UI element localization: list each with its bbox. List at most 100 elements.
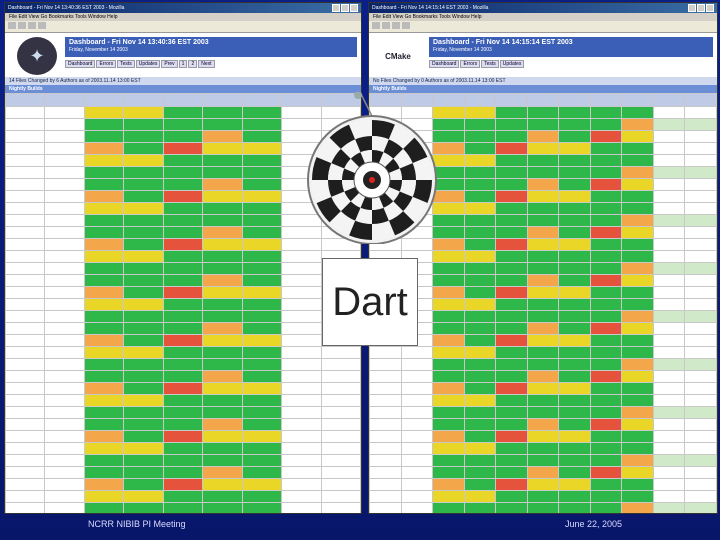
column-header[interactable] <box>621 93 654 107</box>
table-row[interactable] <box>5 298 361 311</box>
right-tab-updates[interactable]: Updates <box>499 60 525 68</box>
table-row[interactable] <box>5 250 361 263</box>
table-row[interactable] <box>5 454 361 467</box>
table-row[interactable] <box>369 262 717 275</box>
stop-icon[interactable] <box>38 22 46 29</box>
table-cell <box>432 346 465 359</box>
table-row[interactable] <box>369 250 717 263</box>
table-cell <box>123 502 164 513</box>
forward-icon[interactable] <box>18 22 26 29</box>
right-menu-bar[interactable]: File Edit View Go Bookmarks Tools Window… <box>369 13 717 21</box>
column-header[interactable] <box>83 93 125 107</box>
table-row[interactable] <box>5 346 361 359</box>
left-menu-bar[interactable]: File Edit View Go Bookmarks Tools Window… <box>5 13 361 21</box>
table-row[interactable] <box>5 394 361 407</box>
table-row[interactable] <box>369 370 717 383</box>
table-row[interactable] <box>369 430 717 443</box>
table-row[interactable] <box>369 346 717 359</box>
table-row[interactable] <box>5 334 361 347</box>
table-row[interactable] <box>369 442 717 455</box>
column-header[interactable] <box>652 93 686 107</box>
table-row[interactable] <box>369 274 717 287</box>
table-row[interactable] <box>369 322 717 335</box>
right-toolbar[interactable] <box>369 21 717 33</box>
column-header[interactable] <box>202 93 243 107</box>
right-tab-tests[interactable]: Tests <box>481 60 499 68</box>
right-tab-errors[interactable]: Errors <box>460 60 481 68</box>
table-row[interactable] <box>369 418 717 431</box>
table-row[interactable] <box>369 382 717 395</box>
back-icon[interactable] <box>372 22 380 29</box>
table-row[interactable] <box>5 430 361 443</box>
column-header[interactable] <box>495 93 528 107</box>
column-header[interactable] <box>162 93 204 107</box>
table-row[interactable] <box>5 490 361 503</box>
stop-icon[interactable] <box>402 22 410 29</box>
table-row[interactable] <box>5 322 361 335</box>
column-header[interactable] <box>526 93 560 107</box>
left-tab-updates[interactable]: Updates <box>135 60 161 68</box>
table-row[interactable] <box>369 310 717 323</box>
table-row[interactable] <box>5 478 361 491</box>
column-header[interactable] <box>241 93 283 107</box>
table-cell <box>44 370 85 383</box>
table-row[interactable] <box>5 406 361 419</box>
table-cell <box>589 178 623 191</box>
table-row[interactable] <box>5 466 361 479</box>
table-row[interactable] <box>5 442 361 455</box>
back-icon[interactable] <box>8 22 16 29</box>
table-row[interactable] <box>5 382 361 395</box>
close-button[interactable] <box>706 4 714 12</box>
left-toolbar[interactable] <box>5 21 361 33</box>
table-cell <box>621 274 654 287</box>
table-row[interactable] <box>369 358 717 371</box>
table-row[interactable] <box>369 490 717 503</box>
table-row[interactable] <box>5 274 361 287</box>
maximize-button[interactable] <box>341 4 349 12</box>
table-row[interactable] <box>369 466 717 479</box>
table-row[interactable] <box>5 310 361 323</box>
table-row[interactable] <box>369 406 717 419</box>
table-row[interactable] <box>5 286 361 299</box>
table-row[interactable] <box>5 262 361 275</box>
left-tab-page-1[interactable]: 1 <box>178 60 188 68</box>
right-changes-bar[interactable]: No Files Changed by 0 Authors as of 2003… <box>369 77 717 85</box>
table-row[interactable] <box>369 454 717 467</box>
table-row[interactable] <box>5 358 361 371</box>
column-header[interactable] <box>44 93 85 107</box>
column-header[interactable] <box>558 93 591 107</box>
reload-icon[interactable] <box>28 22 36 29</box>
column-header[interactable] <box>684 93 717 107</box>
forward-icon[interactable] <box>382 22 390 29</box>
maximize-button[interactable] <box>697 4 705 12</box>
minimize-button[interactable] <box>688 4 696 12</box>
left-tab-tests[interactable]: Tests <box>117 60 135 68</box>
column-header[interactable] <box>589 93 623 107</box>
right-tab-dashboard[interactable]: Dashboard <box>429 60 460 68</box>
column-header[interactable] <box>123 93 164 107</box>
table-cell <box>202 106 243 119</box>
right-title-bar[interactable]: Dashboard - Fri Nov 14 14:15:14 EST 2003… <box>369 3 717 13</box>
left-changes-bar[interactable]: 14 Files Changed by 6 Authors as of 2003… <box>5 77 361 85</box>
left-tab-dashboard[interactable]: Dashboard <box>65 60 96 68</box>
table-row[interactable] <box>5 370 361 383</box>
reload-icon[interactable] <box>392 22 400 29</box>
left-tab-page-2[interactable]: 2 <box>188 60 198 68</box>
table-row[interactable] <box>369 502 717 513</box>
table-row[interactable] <box>369 286 717 299</box>
left-title-bar[interactable]: Dashboard - Fri Nov 14 13:40:36 EST 2003… <box>5 3 361 13</box>
table-row[interactable] <box>369 298 717 311</box>
column-header[interactable] <box>463 93 497 107</box>
table-row[interactable] <box>5 502 361 513</box>
minimize-button[interactable] <box>332 4 340 12</box>
table-row[interactable] <box>369 334 717 347</box>
table-cell <box>558 298 591 311</box>
table-row[interactable] <box>369 394 717 407</box>
left-tab-prev[interactable]: Prev <box>161 60 178 68</box>
left-tab-errors[interactable]: Errors <box>96 60 117 68</box>
left-tab-next[interactable]: Next <box>198 60 215 68</box>
table-row[interactable] <box>369 478 717 491</box>
column-header[interactable] <box>5 93 46 107</box>
close-button[interactable] <box>350 4 358 12</box>
table-row[interactable] <box>5 418 361 431</box>
